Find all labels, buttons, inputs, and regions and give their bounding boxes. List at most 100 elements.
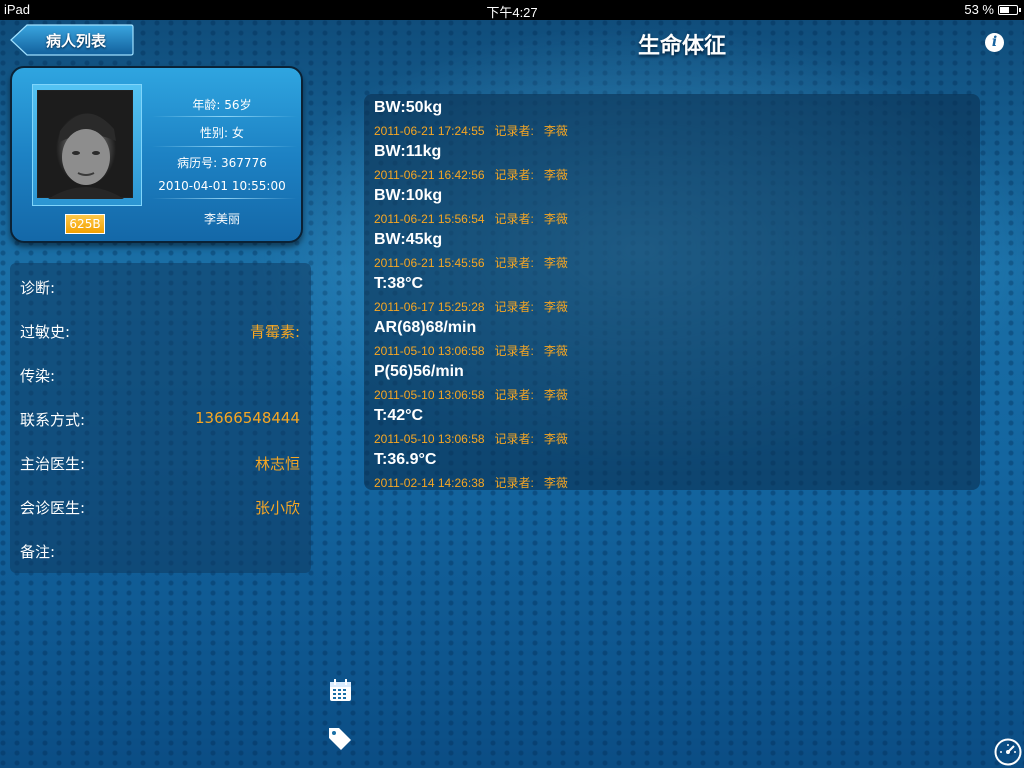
record-label: 病历号:	[177, 156, 218, 170]
vital-recorder-label: 记录者:	[494, 256, 534, 270]
patient-card[interactable]: 625B 年龄: 56岁 性别: 女 病历号: 367776 2010-04-0…	[10, 66, 303, 243]
vital-value: T:42°C	[374, 407, 424, 424]
vital-meta: 2011-06-21 16:42:56 记录者: 李薇	[374, 166, 578, 183]
vital-recorder: 李薇	[543, 388, 568, 402]
divider	[152, 198, 297, 199]
vital-entry[interactable]: T:42°C 2011-05-10 13:06:58 记录者: 李薇	[374, 404, 964, 448]
consulting-doctor-value: 张小欣	[254, 499, 300, 517]
vital-recorder: 李薇	[543, 432, 568, 446]
vital-recorder: 李薇	[543, 344, 568, 358]
attending-doctor-value: 林志恒	[254, 455, 300, 473]
vital-meta: 2011-06-17 15:25:28 记录者: 李薇	[374, 298, 578, 315]
vital-recorder-label: 记录者:	[494, 344, 534, 358]
vital-meta: 2011-06-21 17:24:55 记录者: 李薇	[374, 122, 578, 139]
vital-recorder-label: 记录者:	[494, 168, 534, 182]
allergy-row[interactable]: 过敏史: 青霉素:	[20, 319, 300, 343]
battery-icon	[998, 5, 1021, 15]
page-title-text: 生命体征	[637, 34, 726, 59]
attending-doctor-label: 主治医生:	[20, 455, 86, 473]
diagnosis-row[interactable]: 诊断:	[20, 275, 300, 299]
vital-recorder-label: 记录者:	[494, 300, 534, 314]
vital-recorder: 李薇	[543, 256, 568, 270]
vital-recorder-label: 记录者:	[494, 388, 534, 402]
battery-percentage: 53 %	[964, 2, 994, 17]
tag-icon[interactable]	[327, 725, 353, 751]
vital-recorder: 李薇	[543, 168, 568, 182]
vital-recorder-label: 记录者:	[494, 212, 534, 226]
vital-recorder-label: 记录者:	[494, 124, 534, 138]
patient-portrait-image	[48, 113, 124, 199]
patient-admit-datetime: 2010-04-01 10:55:00	[158, 179, 286, 193]
page-title: 生命体征	[0, 28, 1024, 60]
vital-recorder-label: 记录者:	[494, 432, 534, 446]
patient-photo-frame	[32, 84, 142, 206]
consulting-doctor-label: 会诊医生:	[20, 499, 86, 517]
patient-details-panel: 诊断: 过敏史: 青霉素: 传染: 联系方式: 13666548444 主治医生…	[10, 263, 311, 573]
vital-recorder: 李薇	[543, 124, 568, 138]
allergy-label: 过敏史:	[20, 323, 71, 341]
vital-recorder-label: 记录者:	[494, 476, 534, 490]
age-value: 56岁	[224, 98, 252, 112]
vital-meta: 2011-05-10 13:06:58 记录者: 李薇	[374, 386, 578, 403]
vital-entry[interactable]: P(56)56/min 2011-05-10 13:06:58 记录者: 李薇	[374, 360, 964, 404]
vital-time: 2011-06-21 15:45:56	[374, 256, 485, 270]
attending-doctor-row[interactable]: 主治医生: 林志恒	[20, 451, 300, 475]
vital-value: T:36.9°C	[374, 451, 437, 468]
vital-value: BW:10kg	[374, 187, 443, 204]
vital-time: 2011-05-10 13:06:58	[374, 432, 485, 446]
vital-time: 2011-02-14 14:26:38	[374, 476, 485, 490]
contact-value[interactable]: 13666548444	[195, 409, 300, 427]
infection-row[interactable]: 传染:	[20, 363, 300, 387]
vital-time: 2011-06-21 17:24:55	[374, 124, 485, 138]
calendar-icon[interactable]	[329, 679, 352, 702]
sex-label: 性别:	[200, 126, 229, 140]
patient-name: 李美丽	[203, 212, 240, 226]
vital-meta: 2011-05-10 13:06:58 记录者: 李薇	[374, 342, 578, 359]
vital-meta: 2011-05-10 13:06:58 记录者: 李薇	[374, 430, 578, 447]
vital-entry[interactable]: BW:10kg 2011-06-21 15:56:54 记录者: 李薇	[374, 184, 964, 228]
diagnosis-label: 诊断:	[20, 279, 56, 297]
patient-photo	[37, 90, 133, 199]
vital-entry[interactable]: BW:50kg 2011-06-21 17:24:55 记录者: 李薇	[374, 96, 964, 140]
vital-entry[interactable]: T:36.9°C 2011-02-14 14:26:38 记录者: 李薇	[374, 448, 964, 492]
vital-time: 2011-05-10 13:06:58	[374, 388, 485, 402]
vital-signs-list[interactable]: BW:50kg 2011-06-21 17:24:55 记录者: 李薇 BW:11k…	[364, 94, 980, 490]
remarks-row[interactable]: 备注:	[20, 539, 300, 563]
record-value: 367776	[221, 156, 267, 170]
vital-entry[interactable]: BW:45kg 2011-06-21 15:45:56 记录者: 李薇	[374, 228, 964, 272]
vital-value: BW:45kg	[374, 231, 443, 248]
vital-recorder: 李薇	[543, 476, 568, 490]
divider	[152, 116, 297, 117]
sex-value: 女	[231, 126, 244, 140]
status-bar: iPad 下午4:27 53 %	[0, 0, 1024, 20]
vital-value: P(56)56/min	[374, 363, 464, 380]
vital-value: BW:11kg	[374, 143, 442, 160]
dashboard-icon[interactable]	[994, 738, 1022, 766]
contact-row[interactable]: 联系方式: 13666548444	[20, 407, 300, 431]
patient-record-number: 病历号: 367776	[144, 154, 300, 171]
status-clock: 下午4:27	[486, 5, 538, 20]
vital-meta: 2011-06-21 15:56:54 记录者: 李薇	[374, 210, 578, 227]
consulting-doctor-row[interactable]: 会诊医生: 张小欣	[20, 495, 300, 519]
vital-value: AR(68)68/min	[374, 319, 477, 336]
vital-recorder: 李薇	[543, 212, 568, 226]
vital-entry[interactable]: T:38°C 2011-06-17 15:25:28 记录者: 李薇	[374, 272, 964, 316]
allergy-value: 青霉素:	[249, 323, 300, 341]
vital-time: 2011-06-21 15:56:54	[374, 212, 485, 226]
patient-sex: 性别: 女	[144, 124, 300, 141]
contact-label: 联系方式:	[20, 411, 86, 429]
info-icon[interactable]: i	[985, 33, 1004, 52]
vital-value: BW:50kg	[374, 99, 443, 116]
vital-meta: 2011-06-21 15:45:56 记录者: 李薇	[374, 254, 578, 271]
vital-time: 2011-06-21 16:42:56	[374, 168, 485, 182]
vital-entry[interactable]: BW:11kg 2011-06-21 16:42:56 记录者: 李薇	[374, 140, 964, 184]
remarks-label: 备注:	[20, 543, 56, 561]
vital-value: T:38°C	[374, 275, 424, 292]
vital-entry[interactable]: AR(68)68/min 2011-05-10 13:06:58 记录者: 李薇	[374, 316, 964, 360]
vital-meta: 2011-02-14 14:26:38 记录者: 李薇	[374, 474, 578, 491]
infection-label: 传染:	[20, 367, 56, 385]
divider	[152, 146, 297, 147]
vital-time: 2011-05-10 13:06:58	[374, 344, 485, 358]
age-label: 年龄:	[192, 98, 221, 112]
vital-recorder: 李薇	[543, 300, 568, 314]
